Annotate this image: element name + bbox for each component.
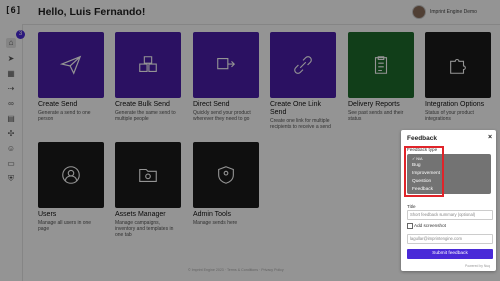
- annotation-highlight-box: [404, 146, 444, 197]
- title-input[interactable]: Short feedback summary (optional): [407, 210, 493, 220]
- title-label: Title: [407, 204, 416, 209]
- screenshot-label: Add screenshot: [414, 223, 446, 228]
- email-field[interactable]: lagullar@imprintengine.com: [407, 234, 493, 244]
- close-icon[interactable]: ×: [488, 134, 492, 141]
- submit-feedback-button[interactable]: Submit feedback: [407, 249, 493, 259]
- screenshot-checkbox[interactable]: [407, 223, 413, 229]
- modal-title: Feedback: [407, 135, 437, 142]
- powered-by-text: Powered by Nuq: [465, 264, 491, 268]
